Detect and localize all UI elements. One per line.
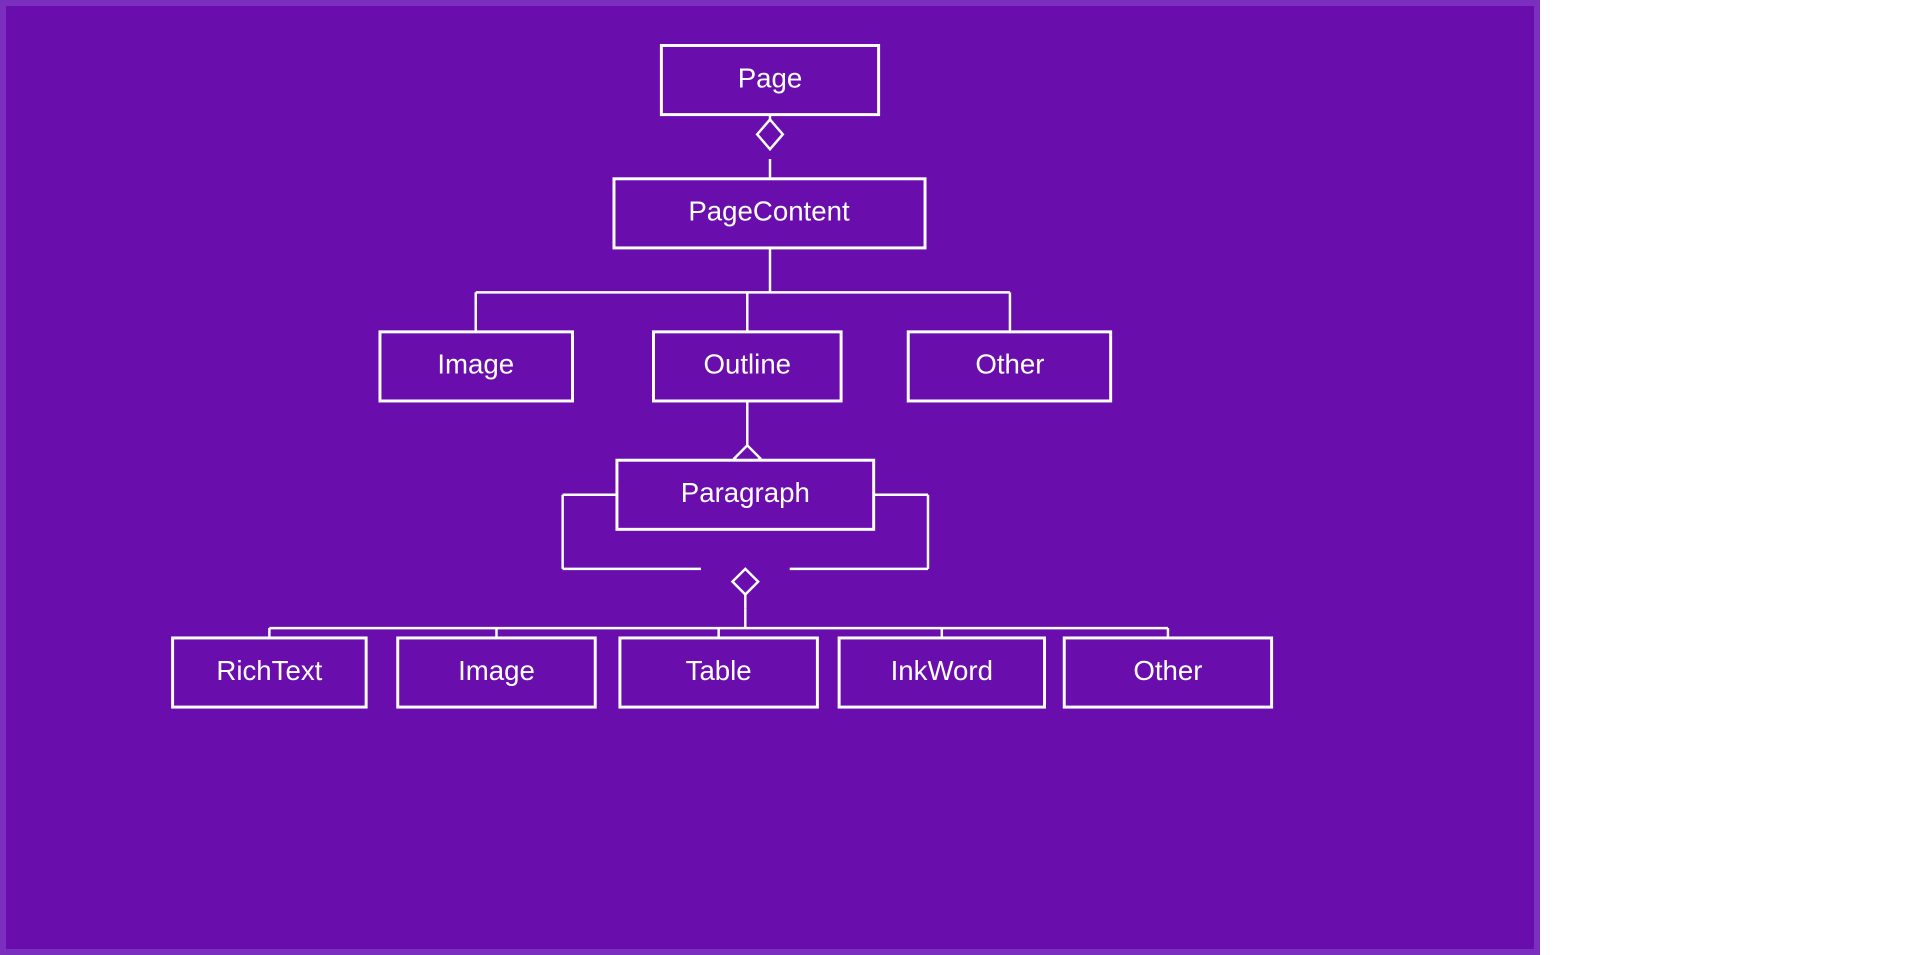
image1-label: Image: [437, 349, 514, 380]
other2-label: Other: [1133, 655, 1202, 686]
diagram-area: .node-rect { fill: #6a0dad; stroke: whit…: [0, 0, 1540, 955]
pagecontent-label: PageContent: [688, 196, 850, 227]
page-label: Page: [738, 62, 803, 93]
image2-label: Image: [458, 655, 535, 686]
other1-label: Other: [975, 349, 1044, 380]
white-area: [1540, 0, 1905, 955]
inkword-label: InkWord: [891, 655, 993, 686]
paragraph-label: Paragraph: [681, 477, 810, 508]
richtext-label: RichText: [216, 655, 322, 686]
outline-label: Outline: [704, 349, 792, 380]
table-label: Table: [686, 655, 752, 686]
